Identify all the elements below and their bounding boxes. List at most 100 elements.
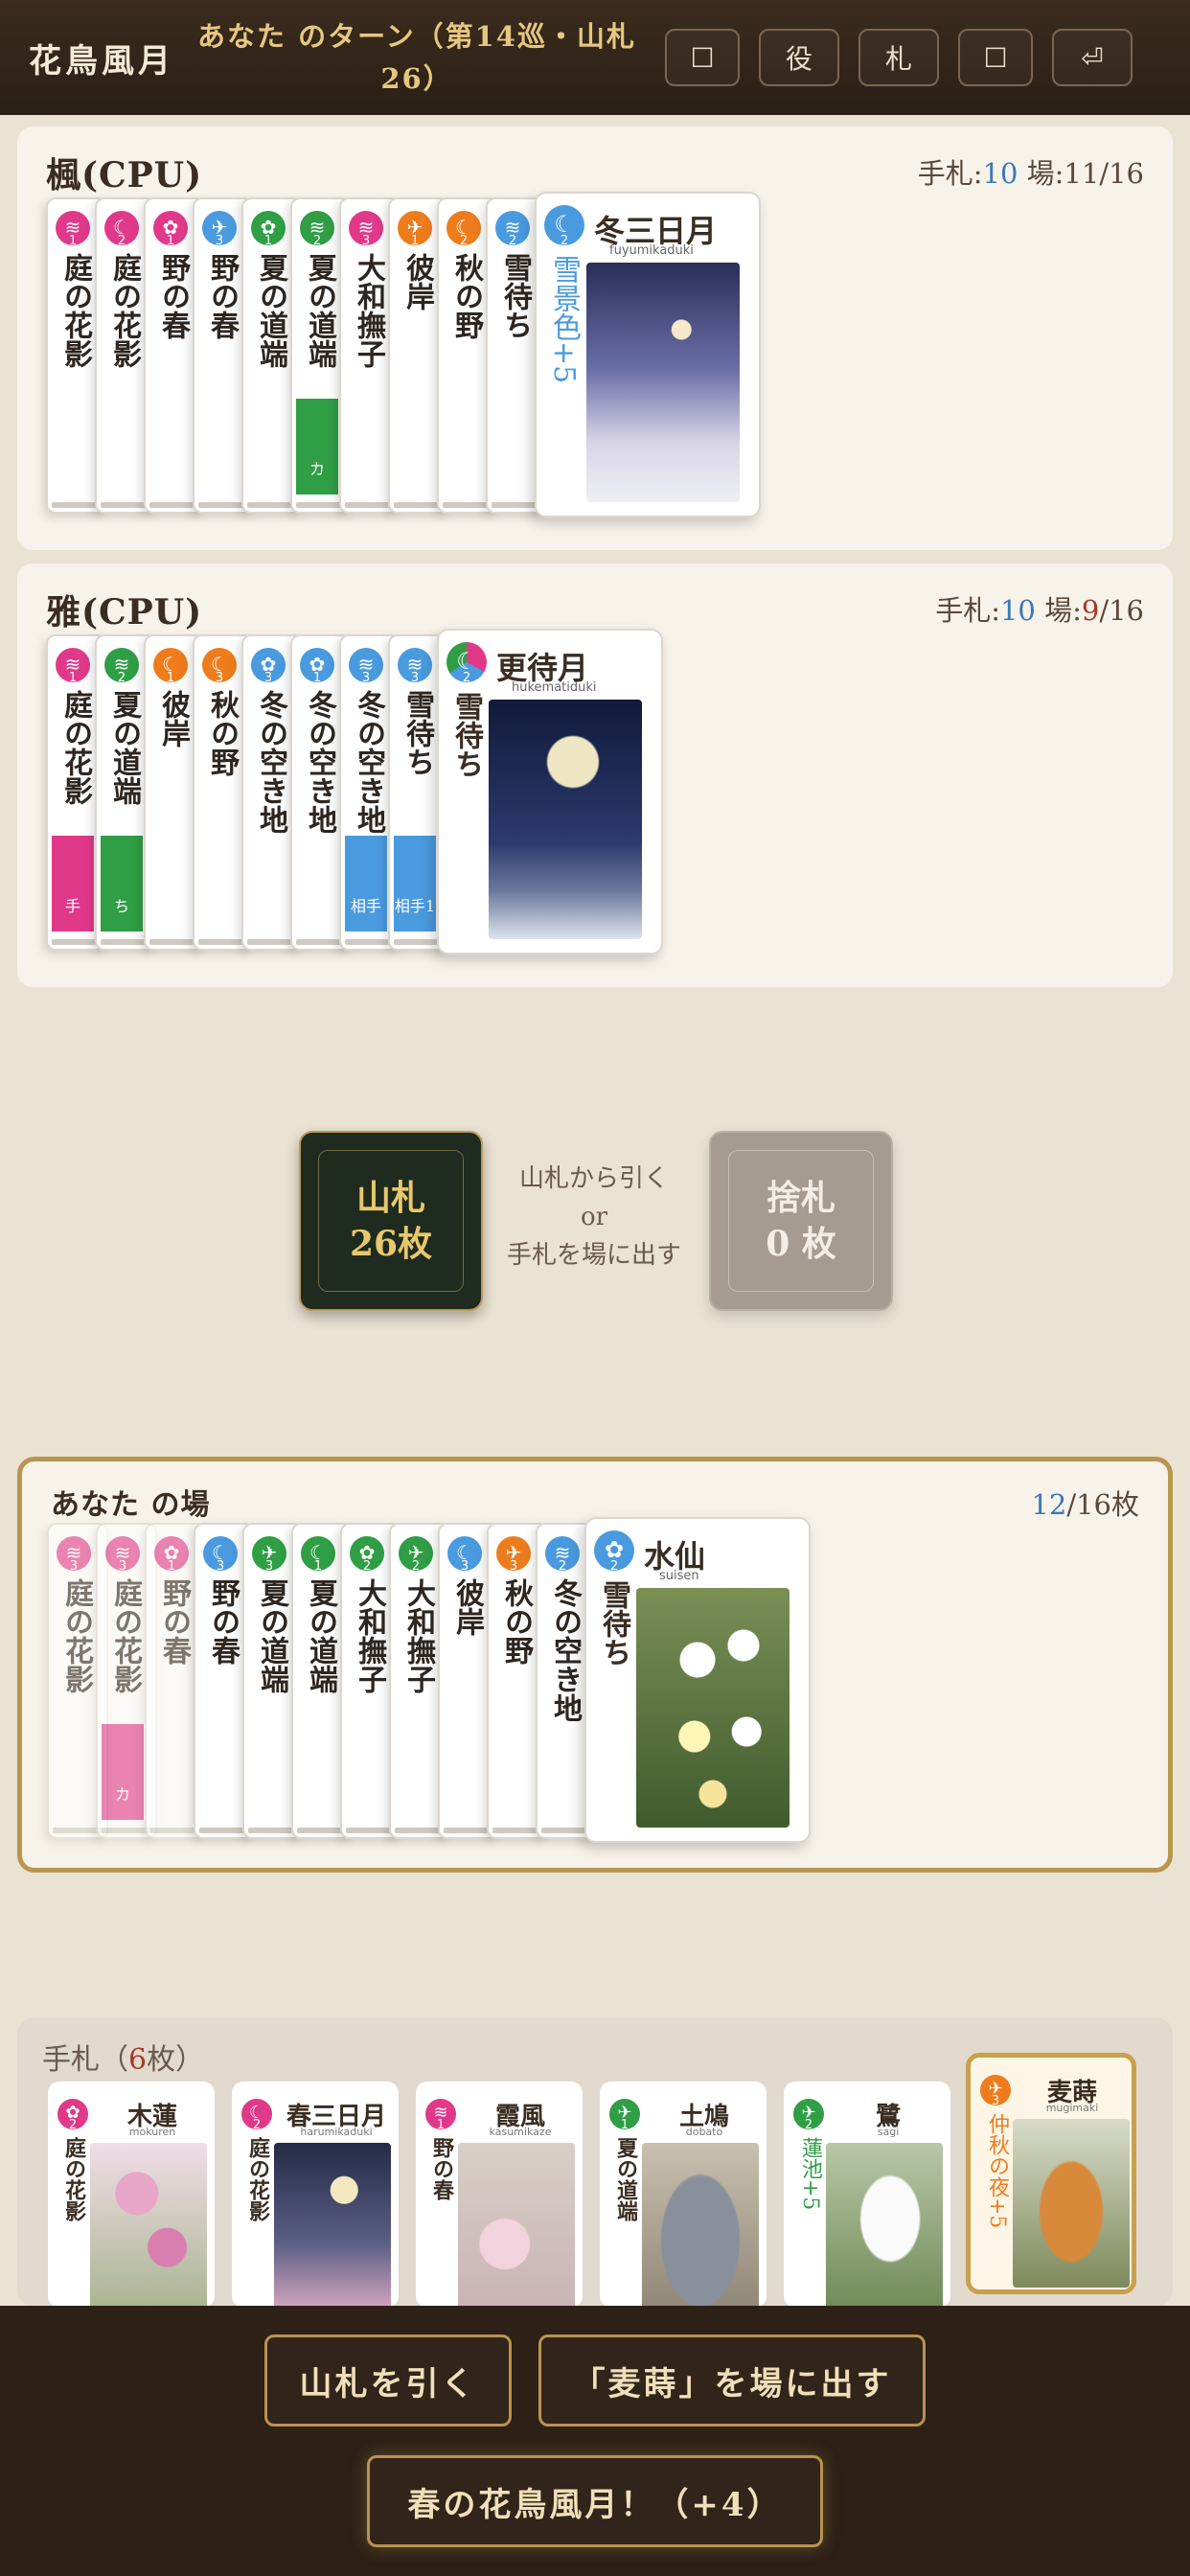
mark-number: 2 xyxy=(252,2118,262,2132)
hand-card-romaji: mugimaki xyxy=(1045,2102,1099,2114)
card-label: 大和撫子 xyxy=(353,1578,386,1693)
mark-number: 3 xyxy=(118,1559,127,1574)
draw-card-button[interactable]: 山札を引く xyxy=(264,2334,512,2426)
hand-card[interactable]: ☾ 2 春三日月 harumikaduki 庭の花影 xyxy=(230,2080,400,2310)
card-label: 雪待ち xyxy=(498,253,532,339)
season-mark-icon: ≋ 1 xyxy=(56,211,90,248)
header-buttons: ☐ 役 札 ☐ ⏎ xyxy=(665,29,1133,86)
color-stripe: カ xyxy=(296,399,338,494)
season-mark-icon: ☾ 3 xyxy=(202,648,237,684)
season-mark-icon: ☾ 1 xyxy=(153,648,188,685)
mark-number: 3 xyxy=(263,671,273,685)
mark-number: 3 xyxy=(69,1559,79,1574)
card-label: 野の春 xyxy=(206,1578,240,1665)
hand-card-subtitle: 蓮池+5 xyxy=(798,2137,822,2211)
hand-card[interactable]: ✈ 2 鷺 sagi 蓮池+5 xyxy=(782,2080,952,2310)
card-label: 庭の花影 xyxy=(58,253,92,368)
season-mark-icon: ☾ 2 xyxy=(446,642,487,685)
card-label: 野の春 xyxy=(157,1578,191,1665)
draw-pile[interactable]: 山札 26枚 xyxy=(299,1131,483,1311)
season-mark-icon: ✿ 3 xyxy=(251,648,286,685)
hand-card[interactable]: ✿ 2 木蓮 mokuren 庭の花影 xyxy=(46,2080,217,2310)
hand-card-romaji: harumikaduki xyxy=(300,2126,373,2138)
mark-number: 1 xyxy=(166,234,175,248)
hand-card-romaji: sagi xyxy=(877,2126,900,2138)
mark-number: 2 xyxy=(362,1559,372,1574)
top-bar: 花鳥風月 あなた のターン（第14巡・山札26） ☐ 役 札 ☐ ⏎ xyxy=(0,0,1190,115)
season-mark-icon: ✿ 1 xyxy=(154,1536,189,1574)
mark-number: 2 xyxy=(609,1559,619,1574)
hand-card[interactable]: ✈ 3 麦蒔 mugimaki 仲秋の夜+5 xyxy=(966,2053,1136,2294)
hand-card-illustration xyxy=(826,2143,943,2308)
player-hand: 手札（6枚） ✿ 2 木蓮 mokuren 庭の花影 ☾ 2 春三日月 harumikaduki… xyxy=(17,2018,1173,2310)
card-label: 庭の花影 xyxy=(107,253,141,368)
play-card-button[interactable]: 「麦蒔」を場に出す xyxy=(538,2334,926,2426)
mark-number: 1 xyxy=(68,234,78,248)
mark-number: 2 xyxy=(312,234,322,248)
card-label: 庭の花影 xyxy=(59,1578,93,1693)
season-mark-icon: ✿ 2 xyxy=(594,1530,634,1574)
card-label: 冬の空き地 xyxy=(303,690,336,834)
cpu1-panel: 楓(CPU) 手札:10 場:11/16 ≋ 1 庭の花影 ☾ 2 庭の花影 ✿ 1 野の春 ✈ 3… xyxy=(17,126,1173,550)
action-hint: 山札から引く or 手札を場に出す xyxy=(506,1164,681,1270)
hand-card-subtitle: 夏の道端 xyxy=(613,2137,638,2221)
top-card-romaji: suisen xyxy=(659,1569,699,1583)
settings-button[interactable]: ☐ xyxy=(958,29,1033,86)
hand-card-romaji: dobato xyxy=(685,2126,723,2138)
card-label: 彼岸 xyxy=(156,690,190,748)
season-mark-icon: ≋ 2 xyxy=(300,211,334,248)
app-logo: 花鳥風月 xyxy=(29,41,174,80)
card-label: 夏の道端 xyxy=(107,690,141,805)
cpu2-stats: 手札:10 場:9/16 xyxy=(935,594,1144,627)
color-stripe: 相手 xyxy=(345,836,387,932)
season-mark-icon: ≋ 1 xyxy=(56,648,90,684)
discard-pile: 捨札 0 枚 xyxy=(709,1131,893,1311)
hand-card[interactable]: ✈ 1 土鳩 dobato 夏の道端 xyxy=(598,2080,768,2310)
mark-number: 3 xyxy=(215,234,224,248)
mark-number: 1 xyxy=(312,671,322,685)
season-mark-icon: ☾ 2 xyxy=(241,2099,272,2132)
season-mark-icon: ✈ 1 xyxy=(609,2099,640,2131)
mark-number: 2 xyxy=(804,2118,813,2132)
mark-number: 2 xyxy=(411,1559,421,1574)
card-illustration xyxy=(489,700,642,939)
hand-card-subtitle: 仲秋の夜+5 xyxy=(985,2113,1009,2229)
pile-area: 山札 26枚 山札から引く or 手札を場に出す 捨札 0 枚 xyxy=(0,1131,1190,1322)
card-label: 冬の空き地 xyxy=(254,690,287,834)
mark-number: 2 xyxy=(117,234,126,248)
top-card-romaji: fuyumikaduki xyxy=(609,243,694,258)
season-mark-icon: ☾ 2 xyxy=(544,205,584,247)
season-mark-icon: ☾ 1 xyxy=(301,1536,335,1573)
season-mark-icon: ✿ 2 xyxy=(350,1536,384,1574)
card-label: 雪待ち xyxy=(400,690,434,776)
mark-number: 1 xyxy=(410,234,420,248)
player-field: あなた の場 12/16枚 ≋ 3 庭の花影 ≋ 3 庭の花影カ ✿ 1 野の春 ☾ 3 野の春 ✈ 3 夏… xyxy=(17,1457,1173,1873)
turn-indicator: あなた のターン（第14巡・山札26） xyxy=(196,20,636,95)
menu-button[interactable]: ☐ xyxy=(665,29,740,86)
season-mark-icon: ☾ 3 xyxy=(447,1536,482,1573)
season-mark-icon: ☾ 3 xyxy=(203,1536,238,1573)
card-label: 夏の道端 xyxy=(303,253,336,368)
yaku-button[interactable]: 役 xyxy=(759,29,839,86)
card-label: 夏の道端 xyxy=(304,1578,337,1693)
hand-card-subtitle: 野の春 xyxy=(429,2137,454,2200)
season-mark-icon: ✈ 3 xyxy=(980,2075,1011,2107)
mark-number: 3 xyxy=(509,1559,518,1574)
card-label: 冬の空き地 xyxy=(548,1578,582,1722)
mark-number: 1 xyxy=(263,234,273,248)
mark-number: 1 xyxy=(166,671,175,685)
mark-number: 1 xyxy=(167,1559,176,1574)
action-bar: 山札を引く 「麦蒔」を場に出す 春の花鳥風月！（+4） xyxy=(0,2306,1190,2576)
hand-card-romaji: mokuren xyxy=(128,2126,176,2138)
card-label: 夏の道端 xyxy=(255,1578,288,1693)
combo-button[interactable]: 春の花鳥風月！（+4） xyxy=(367,2455,823,2547)
mark-number: 2 xyxy=(462,671,471,685)
hand-card-subtitle: 庭の花影 xyxy=(61,2137,86,2221)
mark-number: 2 xyxy=(117,671,126,685)
hand-card[interactable]: ≋ 1 霞風 kasumikaze 野の春 xyxy=(414,2080,584,2310)
exit-button[interactable]: ⏎ xyxy=(1052,29,1133,86)
season-mark-icon: ✿ 1 xyxy=(300,648,334,685)
cards-button[interactable]: 札 xyxy=(858,29,939,86)
season-mark-icon: ≋ 2 xyxy=(495,211,530,247)
color-stripe: 相手1 xyxy=(394,836,436,932)
